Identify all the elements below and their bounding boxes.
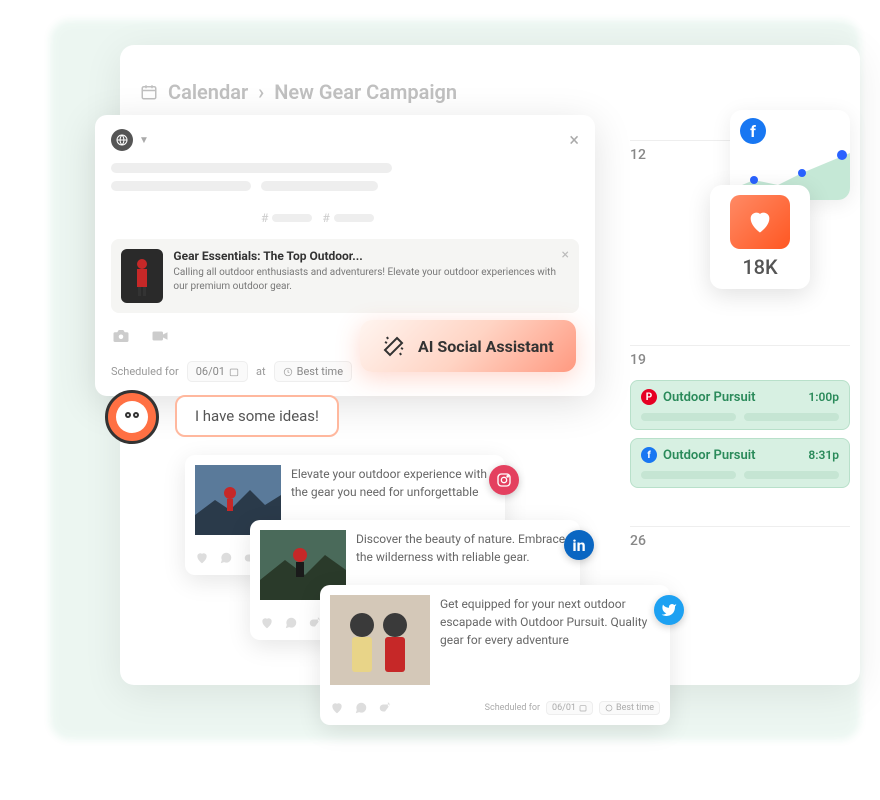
attachment-body: Calling all outdoor enthusiasts and adve… (173, 266, 569, 294)
ai-assistant-badge[interactable]: AI Social Assistant (360, 320, 576, 372)
event-title: Outdoor Pursuit (663, 390, 802, 405)
calendar-event[interactable]: f Outdoor Pursuit 8:31p (630, 438, 850, 488)
globe-icon[interactable] (111, 129, 133, 151)
schedule-time-chip[interactable]: Best time (274, 361, 352, 382)
suggestion-card[interactable]: Get equipped for your next outdoor escap… (320, 585, 670, 725)
magic-wand-icon (382, 334, 406, 358)
heart-icon (730, 195, 790, 249)
schedule-label: Scheduled for (485, 703, 540, 713)
heart-icon[interactable] (260, 616, 274, 630)
likes-count: 18K (720, 255, 800, 279)
schedule-label: Scheduled for (111, 365, 179, 378)
ai-badge-label: AI Social Assistant (418, 337, 554, 356)
twitter-icon (654, 595, 684, 625)
calendar-date: 26 (630, 526, 850, 553)
suggestion-thumbnail (330, 595, 430, 685)
calendar-icon (140, 83, 158, 101)
chevron-right-icon: › (258, 80, 264, 104)
attachment-title: Gear Essentials: The Top Outdoor... (173, 249, 569, 263)
event-time: 8:31p (808, 448, 839, 462)
pinterest-icon: P (641, 389, 657, 405)
close-icon[interactable]: × (562, 247, 569, 263)
placeholder-line (111, 163, 392, 173)
event-title: Outdoor Pursuit (663, 448, 802, 463)
schedule-at: at (256, 365, 266, 378)
camera-icon[interactable] (111, 327, 131, 345)
event-time: 1:00p (808, 390, 839, 404)
assistant-bubble: I have some ideas! (175, 395, 339, 437)
heart-icon[interactable] (195, 551, 209, 565)
close-icon[interactable]: × (569, 130, 579, 151)
suggestion-text: Get equipped for your next outdoor escap… (440, 595, 660, 685)
instagram-icon (489, 465, 519, 495)
facebook-icon: f (740, 118, 766, 144)
placeholder-line (261, 181, 378, 191)
placeholder-line (111, 181, 251, 191)
likes-card: 18K (710, 185, 810, 289)
assistant-bubble-text: I have some ideas! (195, 407, 319, 425)
share-icon[interactable] (378, 701, 392, 715)
breadcrumb: Calendar › New Gear Campaign (140, 80, 457, 104)
hashtag-row: # # (111, 211, 579, 225)
heart-icon[interactable] (330, 701, 344, 715)
video-icon[interactable] (149, 327, 171, 345)
comment-icon[interactable] (354, 701, 368, 715)
linkedin-icon: in (564, 530, 594, 560)
schedule-time-chip[interactable]: Best time (599, 701, 660, 715)
calendar-date: 19 (630, 345, 850, 372)
comment-icon[interactable] (284, 616, 298, 630)
assistant-avatar (105, 390, 159, 444)
attachment-thumbnail (121, 249, 163, 303)
facebook-icon: f (641, 447, 657, 463)
comment-icon[interactable] (219, 551, 233, 565)
calendar-event[interactable]: P Outdoor Pursuit 1:00p (630, 380, 850, 430)
chevron-down-icon[interactable]: ▼ (139, 135, 149, 146)
schedule-date-chip[interactable]: 06/01 (187, 361, 248, 382)
breadcrumb-root[interactable]: Calendar (168, 80, 248, 104)
attachment-card[interactable]: Gear Essentials: The Top Outdoor... Call… (111, 239, 579, 313)
breadcrumb-current: New Gear Campaign (274, 80, 457, 104)
schedule-date-chip[interactable]: 06/01 (546, 701, 593, 715)
